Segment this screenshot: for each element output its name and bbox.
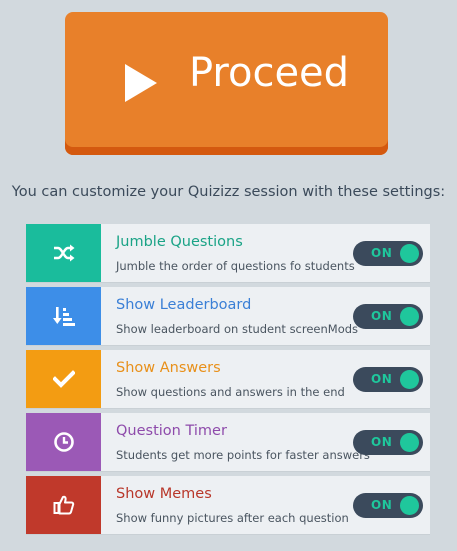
setting-row-question-timer: Question Timer Students get more points … [26, 413, 430, 472]
toggle-state: ON [371, 498, 393, 512]
toggle-state: ON [371, 309, 393, 323]
proceed-button[interactable]: Proceed [65, 12, 388, 155]
setting-icon-box [26, 413, 101, 471]
toggle-knob [400, 307, 419, 326]
setting-row-show-memes: Show Memes Show funny pictures after eac… [26, 476, 430, 535]
settings-subtitle: You can customize your Quizizz session w… [11, 184, 446, 200]
toggle-knob [400, 496, 419, 515]
setting-description: Jumble the order of questions fo student… [116, 259, 355, 273]
setting-icon-box [26, 350, 101, 408]
setting-row-show-leaderboard: Show Leaderboard Show leaderboard on stu… [26, 287, 430, 346]
toggle-state: ON [371, 372, 393, 386]
setting-title: Jumble Questions [116, 234, 243, 250]
proceed-label: Proceed [189, 50, 350, 96]
setting-description: Show leaderboard on student screenMods [116, 322, 359, 336]
jumble-questions-toggle[interactable]: ON [353, 241, 423, 266]
toggle-state: ON [371, 435, 393, 449]
toggle-state: ON [371, 246, 393, 260]
show-memes-toggle[interactable]: ON [353, 493, 423, 518]
play-icon [125, 64, 157, 102]
setting-title: Show Leaderboard [116, 297, 252, 313]
thumbs-up-icon [53, 495, 74, 515]
show-answers-toggle[interactable]: ON [353, 367, 423, 392]
setting-description: Show funny pictures after each question [116, 511, 349, 525]
setting-title: Question Timer [116, 423, 227, 439]
setting-title: Show Memes [116, 486, 212, 502]
question-timer-toggle[interactable]: ON [353, 430, 423, 455]
setting-icon-box [26, 224, 101, 282]
setting-row-jumble-questions: Jumble Questions Jumble the order of que… [26, 224, 430, 283]
setting-icon-box [26, 476, 101, 534]
setting-row-show-answers: Show Answers Show questions and answers … [26, 350, 430, 409]
checkmark-icon [52, 370, 75, 388]
toggle-knob [400, 244, 419, 263]
toggle-knob [400, 433, 419, 452]
sort-descending-icon [52, 307, 75, 326]
show-leaderboard-toggle[interactable]: ON [353, 304, 423, 329]
setting-icon-box [26, 287, 101, 345]
setting-title: Show Answers [116, 360, 221, 376]
clock-icon [53, 432, 74, 452]
shuffle-icon [53, 244, 74, 262]
settings-list: Jumble Questions Jumble the order of que… [26, 224, 430, 539]
setting-description: Show questions and answers in the end [116, 385, 345, 399]
toggle-knob [400, 370, 419, 389]
setting-description: Students get more points for faster answ… [116, 448, 370, 462]
